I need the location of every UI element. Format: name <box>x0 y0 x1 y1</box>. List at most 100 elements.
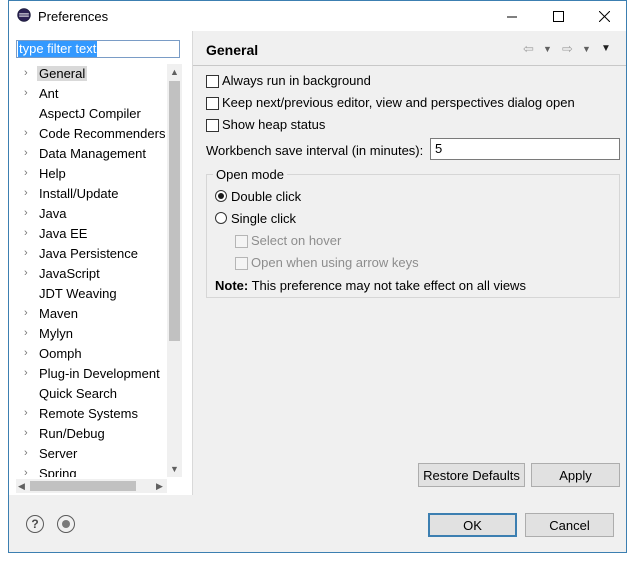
tree-item-label: Plug-in Development <box>39 366 160 381</box>
tree-item[interactable]: › Mylyn <box>9 324 167 344</box>
always-run-background-label: Always run in background <box>222 73 371 88</box>
forward-dropdown-icon[interactable]: ▼ <box>582 44 591 54</box>
chevron-right-icon[interactable]: › <box>24 467 32 477</box>
tree-item-label: Java <box>39 206 67 221</box>
tree-item-label: Mylyn <box>39 326 73 341</box>
tree-item[interactable]: JDT Weaving <box>9 284 167 304</box>
minimize-button[interactable] <box>489 1 535 31</box>
double-click-radio[interactable] <box>215 190 227 202</box>
chevron-right-icon[interactable]: › <box>24 367 32 379</box>
window-title: Preferences <box>38 9 109 24</box>
chevron-right-icon[interactable]: › <box>24 267 32 279</box>
tree-item-label: Code Recommenders <box>39 126 166 141</box>
chevron-right-icon[interactable]: › <box>24 127 32 139</box>
open-mode-note: Note: This preference may not take effec… <box>215 278 526 293</box>
tree-item-label: Server <box>39 446 78 461</box>
note-text: This preference may not take effect on a… <box>251 278 526 293</box>
scroll-up-arrow-icon[interactable]: ▲ <box>170 67 179 77</box>
view-menu-icon[interactable]: ▼ <box>601 43 611 54</box>
cancel-button[interactable]: Cancel <box>525 513 614 537</box>
tree-item[interactable]: Quick Search <box>9 384 167 404</box>
single-click-radio[interactable] <box>215 212 227 224</box>
show-heap-label: Show heap status <box>222 117 326 132</box>
page-header: General ⇦ ▼ ⇨ ▼ ▼ <box>193 31 626 66</box>
chevron-right-icon[interactable]: › <box>24 227 32 239</box>
maximize-icon <box>552 10 564 22</box>
tree-item[interactable]: › Install/Update <box>9 184 167 204</box>
tree-item[interactable]: › Java Persistence <box>9 244 167 264</box>
tree-vertical-scrollbar[interactable]: ▲ ▼ <box>167 64 182 477</box>
filter-input[interactable]: type filter text <box>16 40 180 58</box>
tree-item[interactable]: › Code Recommenders <box>9 124 167 144</box>
scroll-down-arrow-icon[interactable]: ▼ <box>170 464 179 474</box>
chevron-right-icon[interactable]: › <box>24 207 32 219</box>
scroll-left-arrow-icon[interactable]: ◀ <box>18 481 25 491</box>
restore-defaults-button[interactable]: Restore Defaults <box>418 463 525 487</box>
tree-item[interactable]: › General <box>9 64 167 84</box>
chevron-right-icon[interactable]: › <box>24 347 32 359</box>
tree-item-label: Java EE <box>39 226 88 241</box>
chevron-right-icon[interactable]: › <box>24 147 32 159</box>
scroll-right-arrow-icon[interactable]: ▶ <box>156 481 163 491</box>
tree-item[interactable]: › Maven <box>9 304 167 324</box>
import-export-icon[interactable] <box>57 515 75 533</box>
chevron-right-icon[interactable]: › <box>24 427 32 439</box>
tree-item[interactable]: › JavaScript <box>9 264 167 284</box>
tree-item-label: AspectJ Compiler <box>39 106 141 121</box>
note-prefix: Note: <box>215 278 249 293</box>
tree-item-label: Maven <box>39 306 79 321</box>
chevron-right-icon[interactable]: › <box>24 167 32 179</box>
horizontal-scroll-thumb[interactable] <box>30 481 136 491</box>
maximize-button[interactable] <box>535 1 581 31</box>
tree-item-label: JavaScript <box>39 266 100 281</box>
preferences-window: Preferences type filter text › General › An… <box>8 0 627 553</box>
tree-item-label: Data Management <box>39 146 146 161</box>
tree-item[interactable]: › Run/Debug <box>9 424 167 444</box>
show-heap-checkbox[interactable] <box>206 119 219 132</box>
chevron-right-icon[interactable]: › <box>24 447 32 459</box>
tree-item[interactable]: › Ant <box>9 84 167 104</box>
tree-item-label: Oomph <box>39 346 82 361</box>
back-arrow-icon[interactable]: ⇦ <box>523 41 534 57</box>
tree-item[interactable]: AspectJ Compiler <box>9 104 167 124</box>
tree-item[interactable]: › Data Management <box>9 144 167 164</box>
tree-item[interactable]: › Java EE <box>9 224 167 244</box>
close-button[interactable] <box>581 1 627 31</box>
tree-item-label: Run/Debug <box>39 426 105 441</box>
tree-item[interactable]: › Server <box>9 444 167 464</box>
forward-arrow-icon[interactable]: ⇨ <box>562 41 573 57</box>
chevron-right-icon[interactable]: › <box>24 87 32 99</box>
tree-item[interactable]: › Spring <box>9 464 167 477</box>
tree-item[interactable]: › Help <box>9 164 167 184</box>
chevron-right-icon[interactable]: › <box>24 327 32 339</box>
keep-next-prev-label: Keep next/previous editor, view and pers… <box>222 95 575 110</box>
tree-item-label: Java Persistence <box>39 246 138 261</box>
chevron-right-icon[interactable]: › <box>24 407 32 419</box>
chevron-right-icon[interactable]: › <box>24 307 32 319</box>
save-interval-input[interactable]: 5 <box>430 138 620 160</box>
chevron-right-icon[interactable]: › <box>24 247 32 259</box>
preference-tree: › General › Ant AspectJ Compiler › Code Recomm… <box>9 64 167 477</box>
import-export-dot <box>62 520 70 528</box>
tree-horizontal-scrollbar[interactable]: ◀ ▶ <box>16 479 167 493</box>
eclipse-app-icon <box>17 8 31 22</box>
back-dropdown-icon[interactable]: ▼ <box>543 44 552 54</box>
tree-item[interactable]: › Plug-in Development <box>9 364 167 384</box>
save-interval-label: Workbench save interval (in minutes): <box>206 143 424 158</box>
minimize-icon <box>506 16 517 17</box>
chevron-right-icon[interactable]: › <box>24 67 32 79</box>
vertical-scroll-thumb[interactable] <box>169 81 180 341</box>
chevron-right-icon[interactable]: › <box>24 187 32 199</box>
keep-next-prev-checkbox[interactable] <box>206 97 219 110</box>
tree-item-label: Help <box>39 166 66 181</box>
radio-selected-dot <box>218 193 224 199</box>
ok-button[interactable]: OK <box>428 513 517 537</box>
filter-text: type filter text <box>18 41 98 57</box>
always-run-background-checkbox[interactable] <box>206 75 219 88</box>
tree-item[interactable]: › Java <box>9 204 167 224</box>
apply-button[interactable]: Apply <box>531 463 620 487</box>
open-mode-title: Open mode <box>213 167 287 182</box>
help-icon[interactable]: ? <box>26 515 44 533</box>
tree-item[interactable]: › Oomph <box>9 344 167 364</box>
tree-item[interactable]: › Remote Systems <box>9 404 167 424</box>
